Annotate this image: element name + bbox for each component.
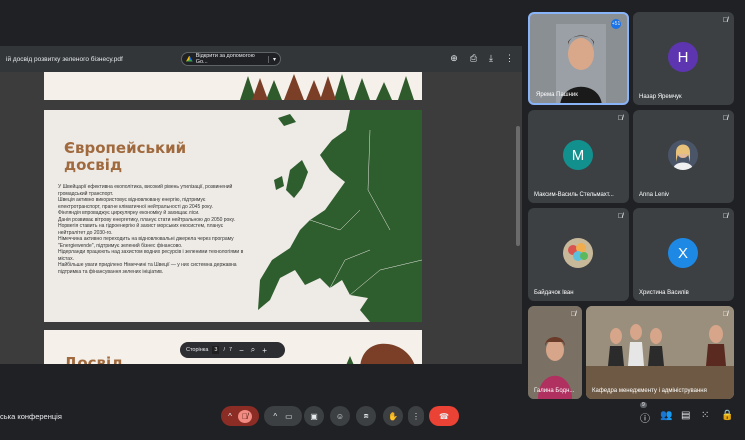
participant-name: Ярема Пашник [536,92,578,98]
hang-up-icon: ☎ [439,411,449,421]
participant-video [586,306,734,399]
more-options-button[interactable]: ⋮ [408,406,424,426]
slide-body: У Швейцарії ефективна екополітика, висок… [58,184,248,275]
print-icon[interactable]: ⎙ [470,53,477,64]
reactions-button[interactable]: ☺ [330,406,350,426]
page-separator: / [223,347,225,353]
add-to-drive-icon[interactable]: ⊕ [450,53,458,64]
avatar: Н [668,42,698,72]
pdf-file-title: ій досвід розвитку зеленого бізнесу.pdf [6,55,123,63]
avatar: М [563,140,593,170]
open-with-button[interactable]: Відкрити за допомогою Go... ▾ [181,52,281,66]
present-button[interactable]: ⧈ [356,406,376,426]
mic-off-icon: 🎙̸ [722,17,728,24]
mic-off-icon: 🎙̸ [617,213,623,220]
participants-count-badge: 9 [640,402,647,408]
microphone-button[interactable]: ^ 🎙̸ [221,406,259,426]
chevron-up-icon[interactable]: ^ [228,412,232,421]
avatar: Х [668,238,698,268]
host-controls-icon[interactable]: 🔒 [721,410,733,421]
meeting-title: ська конференція [0,412,62,421]
body-paragraph: Найбільше уваги приділено Німеччині та Ш… [58,262,237,275]
activities-icon[interactable]: ⁙ [701,410,709,421]
participant-name: Христина Василів [639,290,689,296]
participant-name: Максим-Василь Стельмахт... [534,192,614,198]
participant-tile[interactable]: 🎙̸ М Максим-Василь Стельмахт... [528,110,629,203]
avatar [563,238,593,268]
people-icon[interactable]: 👥 [660,410,672,421]
more-vert-icon: ⋮ [412,411,420,421]
slide-title: Європейський досвід [64,139,187,174]
raise-hand-button[interactable]: ✋ [383,406,403,426]
chevron-up-icon[interactable]: ^ [273,412,277,421]
page-total: 7 [229,347,233,353]
more-options-icon[interactable]: ⋮ [505,53,514,64]
avatar [668,140,698,170]
participant-name: Байдачок Іван [534,290,574,296]
body-paragraph: Норвегія ставить на гідроенергію й захис… [58,223,224,236]
camera-button[interactable]: ^ ▭ [264,406,302,426]
zoom-icon[interactable]: ⌕ [251,345,255,355]
participant-tile[interactable]: 🎙̸ Галина Бодн... [528,306,582,399]
meeting-controls-bar: ська конференція ^ 🎙̸ ^ ▭ ▣ ☺ ⧈ ✋ ⋮ ☎ ⓘ … [0,390,745,440]
zoom-out-icon[interactable]: − [239,346,244,355]
page-number-input[interactable]: 3 [212,346,220,354]
participant-video [528,306,582,399]
page-label: Сторінка [186,347,209,353]
scrollbar[interactable] [516,126,520,246]
europe-map [258,110,422,322]
pdf-viewer[interactable]: ій досвід розвитку зеленого бізнесу.pdf … [0,46,522,364]
body-paragraph: Німеччина активно переходить на відновлю… [58,236,234,249]
body-paragraph: У Швейцарії ефективна екополітика, висок… [58,184,233,197]
participant-tile[interactable]: 🎙̸ Н Назар Яремчук [633,12,734,105]
participant-tile[interactable]: 🎙̸ Х Христина Василів [633,208,734,301]
mic-off-icon: 🎙̸ [722,115,728,122]
info-icon[interactable]: ⓘ [640,410,650,425]
previous-page [44,72,422,100]
chat-icon[interactable]: ▤ [681,410,690,421]
slide-european-experience: Європейський досвід У Швейцарії ефективн… [44,110,422,322]
present-screen-icon: ⧈ [363,411,369,420]
participant-tile[interactable]: +51 Ярема Пашник [528,12,629,105]
mic-off-icon: 🎙̸ [617,115,623,122]
open-with-label: Відкрити за допомогою Go... [195,53,255,65]
captions-icon: ▣ [310,411,318,421]
forest-illustration [240,74,414,100]
participant-name: Anna Leniv [639,192,670,198]
pdf-toolbar: ій досвід розвитку зеленого бізнесу.pdf … [0,46,522,72]
page-navigation-bar: Сторінка 3 / 7 − ⌕ + [180,342,285,358]
zoom-in-icon[interactable]: + [262,346,267,355]
chevron-down-icon[interactable]: ▾ [267,55,280,63]
leave-call-button[interactable]: ☎ [429,406,459,426]
mic-off-icon: 🎙̸ [237,409,252,423]
emoji-icon: ☺ [335,411,345,421]
mic-off-icon: 🎙̸ [722,311,728,318]
body-paragraph: Нідерланди працюють над захистом водних … [58,249,244,262]
participant-tile[interactable]: 🎙̸ Кафедра менеджменту і адміністрування [586,306,734,399]
hand-icon: ✋ [388,411,398,421]
google-drive-icon [186,55,193,62]
participant-name: Назар Яремчук [639,94,682,100]
download-icon[interactable]: ⤓ [489,53,493,64]
participant-tile[interactable]: 🎙̸ Байдачок Іван [528,208,629,301]
body-paragraph: Швеція активно використовує відновлювану… [58,197,213,210]
more-participants-badge: +51 [611,19,621,29]
camera-icon: ▭ [285,411,293,421]
mic-off-icon: 🎙̸ [722,213,728,220]
participant-tile[interactable]: 🎙̸ Anna Leniv [633,110,734,203]
captions-button[interactable]: ▣ [304,406,324,426]
mic-off-icon: 🎙̸ [570,311,576,318]
